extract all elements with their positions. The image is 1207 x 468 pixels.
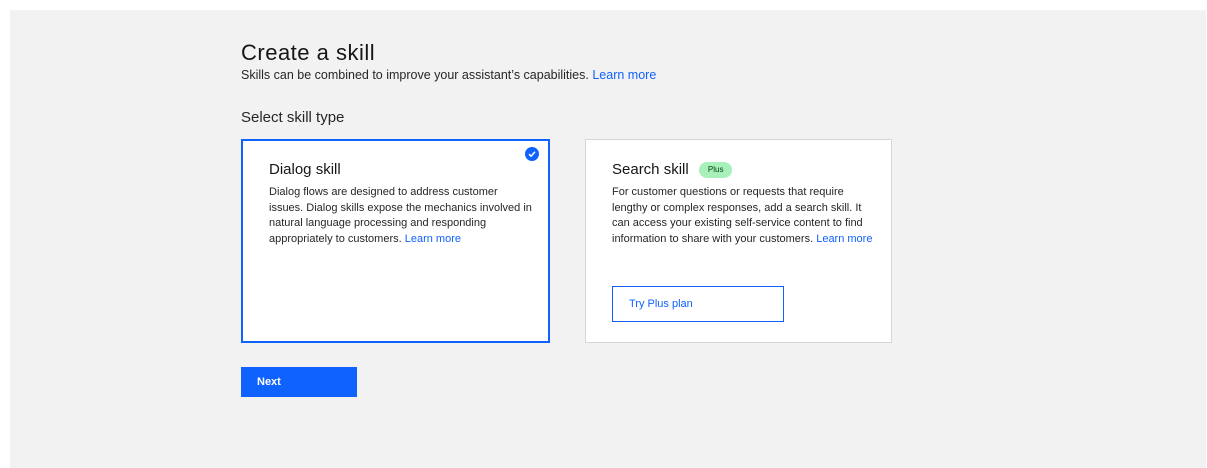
dialog-skill-title: Dialog skill [269,161,341,178]
checkmark-filled-icon [525,147,539,161]
try-plus-plan-button[interactable]: Try Plus plan [612,286,784,322]
dialog-skill-description: Dialog flows are designed to address cus… [269,185,534,247]
dialog-skill-card[interactable]: Dialog skill Dialog flows are designed t… [241,139,550,343]
learn-more-link[interactable]: Learn more [592,68,656,82]
search-skill-card[interactable]: Search skill Plus For customer questions… [585,139,892,343]
subtitle-text: Skills can be combined to improve your a… [241,68,589,82]
dialog-skill-description-text: Dialog flows are designed to address cus… [269,186,532,245]
plus-badge: Plus [698,162,733,178]
create-skill-panel: Create a skill Skills can be combined to… [10,10,1206,468]
next-button[interactable]: Next [241,367,357,397]
select-skill-type-label: Select skill type [241,109,345,126]
search-skill-description: For customer questions or requests that … [612,185,877,247]
dialog-skill-learn-more-link[interactable]: Learn more [405,233,461,245]
search-skill-title: Search skill [612,161,689,178]
page-subtitle: Skills can be combined to improve your a… [241,68,656,82]
search-skill-title-row: Search skill Plus [612,161,733,178]
page-title: Create a skill [241,40,376,65]
search-skill-learn-more-link[interactable]: Learn more [816,233,872,245]
